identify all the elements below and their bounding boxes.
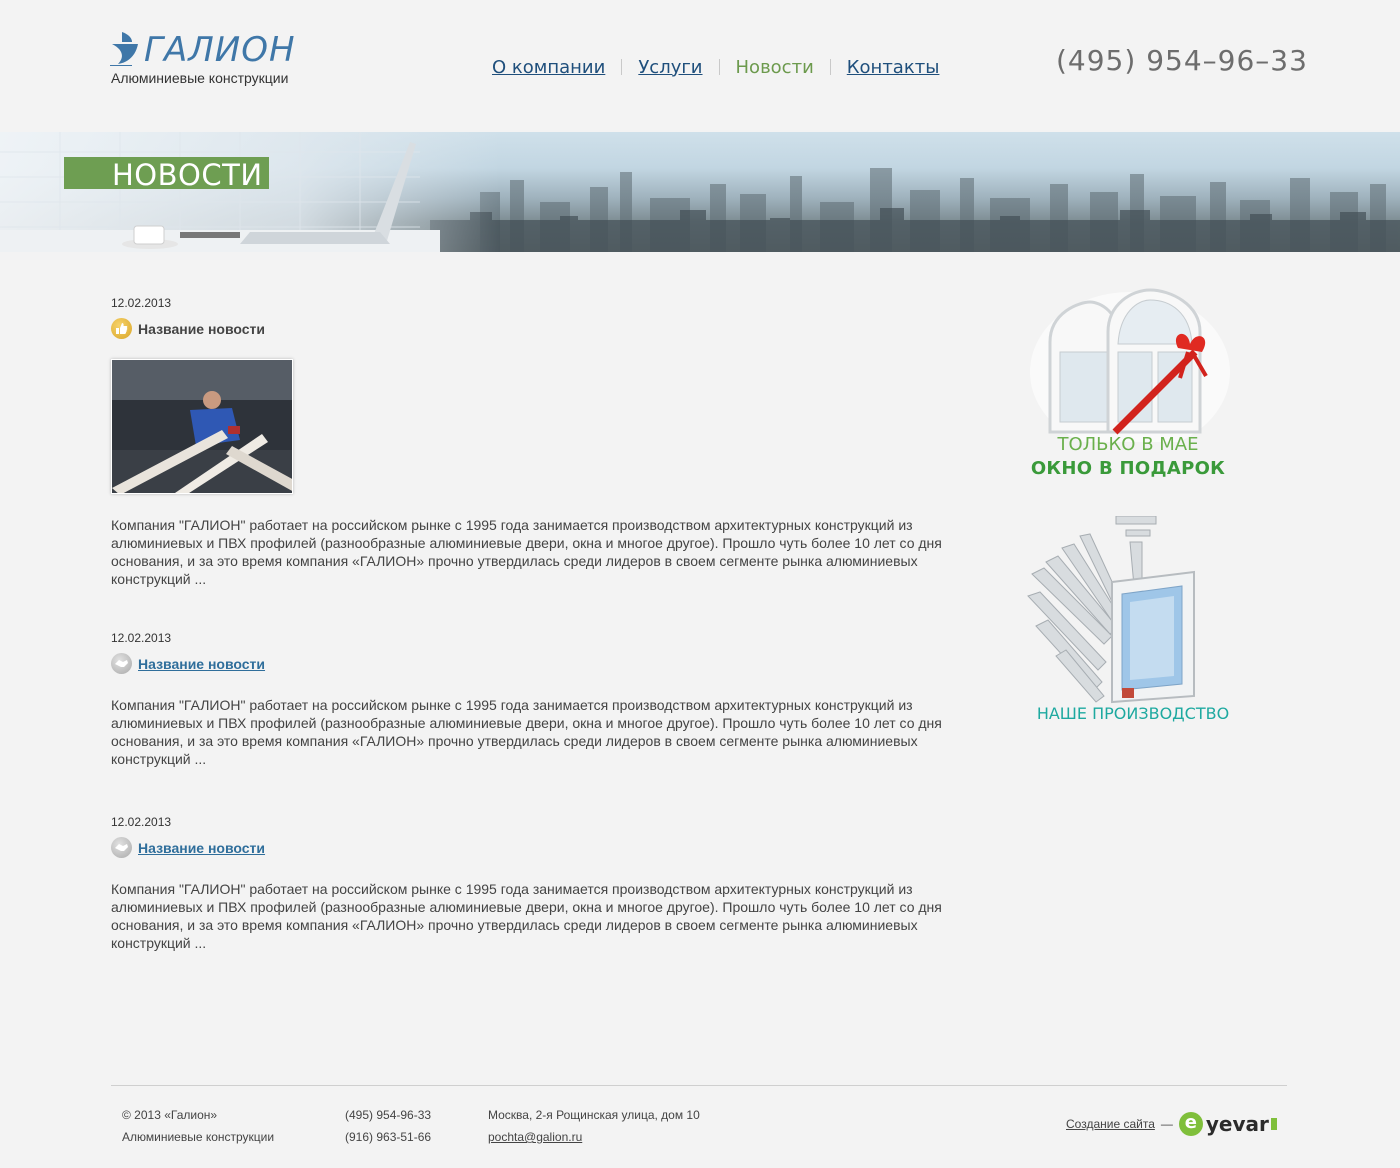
developer-link[interactable]: Создание сайта — [1066, 1117, 1155, 1131]
news-title-link[interactable]: Название новости — [138, 840, 265, 856]
footer-divider — [111, 1085, 1287, 1086]
thumbs-up-icon — [111, 318, 132, 339]
news-item: 12.02.2013 Название новости Компания "ГА… — [111, 296, 961, 588]
news-title-link[interactable]: Название новости — [138, 656, 265, 672]
footer-copyright: © 2013 «Галион» — [122, 1108, 218, 1122]
news-date: 12.02.2013 — [111, 815, 172, 829]
laptop-desk-illustration — [0, 132, 440, 252]
nav-item-contacts[interactable]: Контакты — [831, 57, 956, 78]
developer-brand: yevar — [1205, 1112, 1269, 1136]
yevar-e-icon: e — [1178, 1112, 1203, 1136]
page-banner: НОВОСТИ — [0, 132, 1400, 252]
handshake-icon — [111, 837, 132, 858]
news-heading: Название новости — [111, 837, 961, 858]
gift-window-image — [1030, 288, 1230, 452]
yevar-mark-icon — [1270, 1118, 1277, 1130]
footer-address: Москва, 2-я Рощинская улица, дом 10 — [488, 1108, 700, 1122]
nav-item-news[interactable]: Новости — [720, 57, 830, 78]
developer-separator: — — [1160, 1117, 1173, 1131]
news-title: Название новости — [138, 320, 266, 337]
logo-name: ГАЛИОН — [144, 30, 296, 70]
site-logo[interactable]: ГАЛИОН Алюминиевые конструкции — [108, 28, 308, 90]
footer-phone-1: (495) 954-96-33 — [345, 1108, 432, 1122]
promo-gift-window[interactable]: ТОЛЬКО В МАЕ ОКНО В ПОДАРОК — [1020, 282, 1240, 482]
ship-logo-icon — [110, 32, 138, 66]
news-excerpt: Компания "ГАЛИОН" работает на российском… — [111, 517, 942, 587]
banner-title: НОВОСТИ — [64, 157, 269, 192]
handshake-icon — [111, 653, 132, 674]
main-nav: О компании Услуги Новости Контакты — [476, 54, 955, 80]
news-excerpt: Компания "ГАЛИОН" работает на российском… — [111, 697, 942, 767]
logo-subtitle: Алюминиевые конструкции — [111, 70, 289, 86]
nav-item-services[interactable]: Услуги — [622, 57, 718, 78]
office-desk-image — [0, 132, 500, 252]
header-phone: (495) 954–96–33 — [1056, 44, 1308, 77]
promo-gift-line2: ОКНО В ПОДАРОК — [1030, 458, 1226, 479]
footer-company: Алюминиевые конструкции — [122, 1130, 275, 1144]
promo-gift-line1: ТОЛЬКО В МАЕ — [1057, 434, 1199, 455]
developer-credit: Создание сайта — e yevar — [1066, 1110, 1277, 1138]
news-item: 12.02.2013 Название новости Компания "ГА… — [111, 631, 961, 768]
news-date: 12.02.2013 — [111, 631, 172, 645]
window-profiles-image — [1027, 515, 1195, 704]
news-heading: Название новости — [111, 318, 961, 339]
site-header: ГАЛИОН Алюминиевые конструкции О компани… — [0, 0, 1400, 132]
footer-phone-2: (916) 963-51-66 — [345, 1130, 432, 1144]
nav-item-about[interactable]: О компании — [476, 57, 621, 78]
developer-logo[interactable]: e yevar — [1178, 1112, 1277, 1136]
news-date: 12.02.2013 — [111, 296, 172, 310]
news-item: 12.02.2013 Название новости Компания "ГА… — [111, 815, 961, 952]
news-excerpt: Компания "ГАЛИОН" работает на российском… — [111, 881, 942, 951]
promo-production[interactable]: НАШЕ ПРОИЗВОДСТВО — [1026, 515, 1236, 726]
banner-title-text: НОВОСТИ — [112, 158, 263, 192]
news-photo-worker[interactable] — [111, 359, 293, 494]
news-heading: Название новости — [111, 653, 961, 674]
footer-email-link[interactable]: pochta@galion.ru — [488, 1130, 582, 1144]
factory-worker-image — [112, 360, 292, 493]
promo-production-label: НАШЕ ПРОИЗВОДСТВО — [1036, 704, 1230, 723]
